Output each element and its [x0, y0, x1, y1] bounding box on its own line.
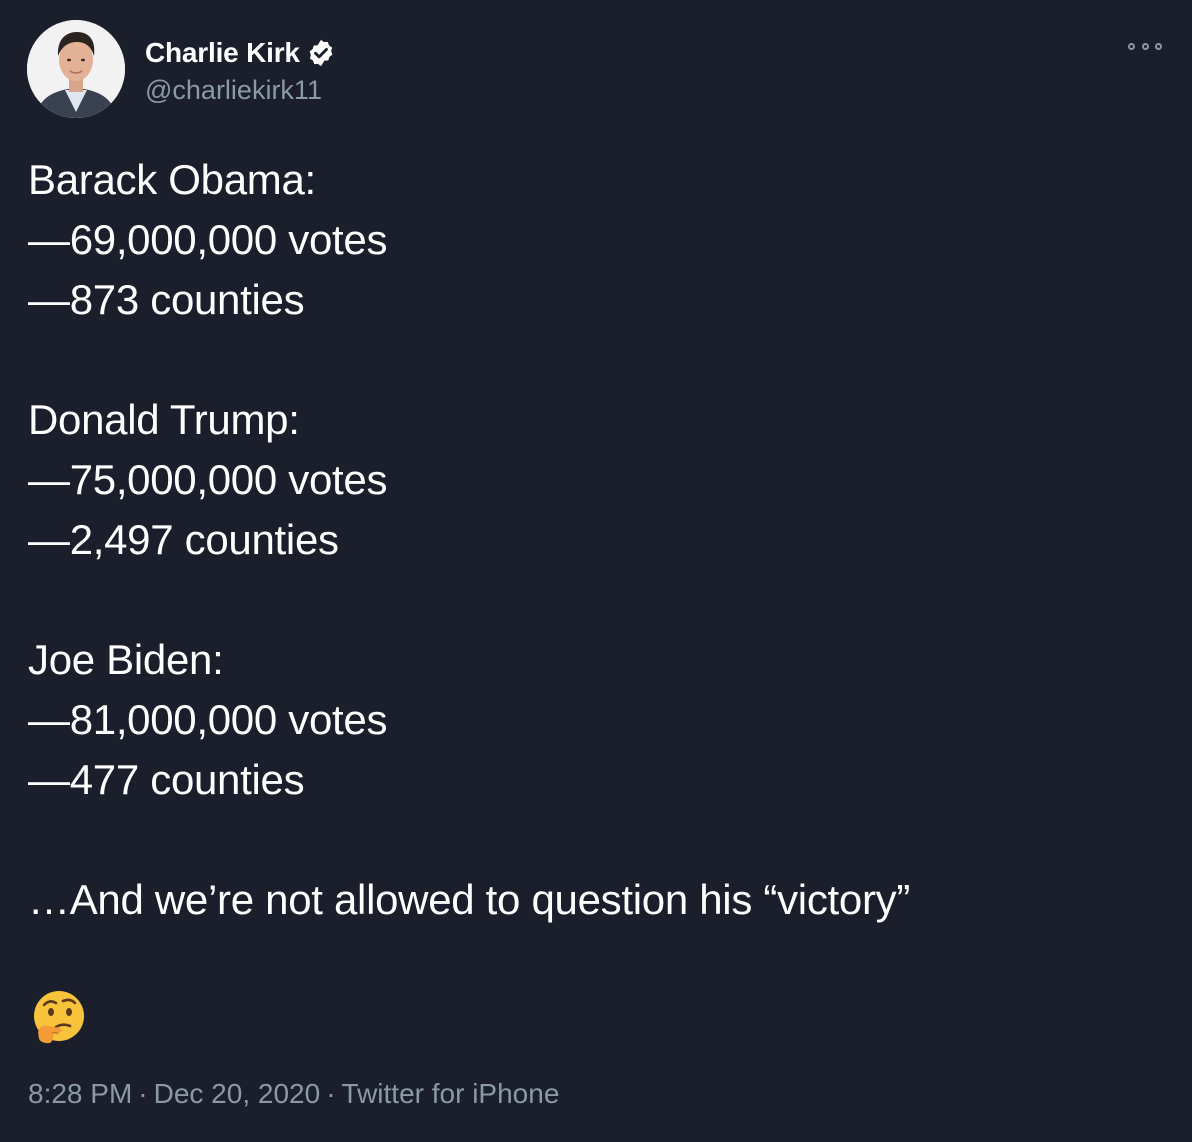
tweet-line: Joe Biden:: [28, 636, 224, 683]
tweet-line: —477 counties: [28, 756, 305, 803]
more-options-icon[interactable]: [1128, 36, 1162, 56]
tweet-time[interactable]: 8:28 PM: [28, 1078, 132, 1109]
verified-badge-icon: [306, 38, 336, 68]
display-name-row: Charlie Kirk: [145, 33, 336, 73]
tweet-date[interactable]: Dec 20, 2020: [154, 1078, 321, 1109]
tweet-line: —81,000,000 votes: [28, 696, 388, 743]
avatar-image: [27, 20, 125, 118]
tweet-line: —2,497 counties: [28, 516, 339, 563]
avatar[interactable]: [27, 20, 125, 118]
display-name[interactable]: Charlie Kirk: [145, 37, 300, 69]
tweet-meta: 8:28 PM · Dec 20, 2020 · Twitter for iPhone: [28, 1078, 559, 1110]
tweet-card: Charlie Kirk @charliekirk11 Barack Obama…: [0, 0, 1192, 1142]
tweet-line: …And we’re not allowed to question his “…: [28, 876, 911, 923]
tweet-line: —69,000,000 votes: [28, 216, 388, 263]
more-dot: [1155, 42, 1162, 50]
author-handle[interactable]: @charliekirk11: [145, 75, 336, 106]
author-names: Charlie Kirk @charliekirk11: [145, 33, 336, 106]
more-dot: [1128, 42, 1135, 50]
tweet-line: —75,000,000 votes: [28, 456, 388, 503]
thinking-face-emoji-icon: [30, 988, 88, 1046]
tweet-line: Barack Obama:: [28, 156, 316, 203]
meta-separator: ·: [326, 1078, 336, 1109]
tweet-source[interactable]: Twitter for iPhone: [342, 1078, 560, 1109]
meta-separator: ·: [138, 1078, 148, 1109]
tweet-header: Charlie Kirk @charliekirk11: [27, 20, 336, 118]
more-dot: [1141, 42, 1149, 50]
tweet-line: —873 counties: [28, 276, 305, 323]
tweet-text: Barack Obama: —69,000,000 votes —873 cou…: [28, 150, 1158, 930]
tweet-line: Donald Trump:: [28, 396, 300, 443]
